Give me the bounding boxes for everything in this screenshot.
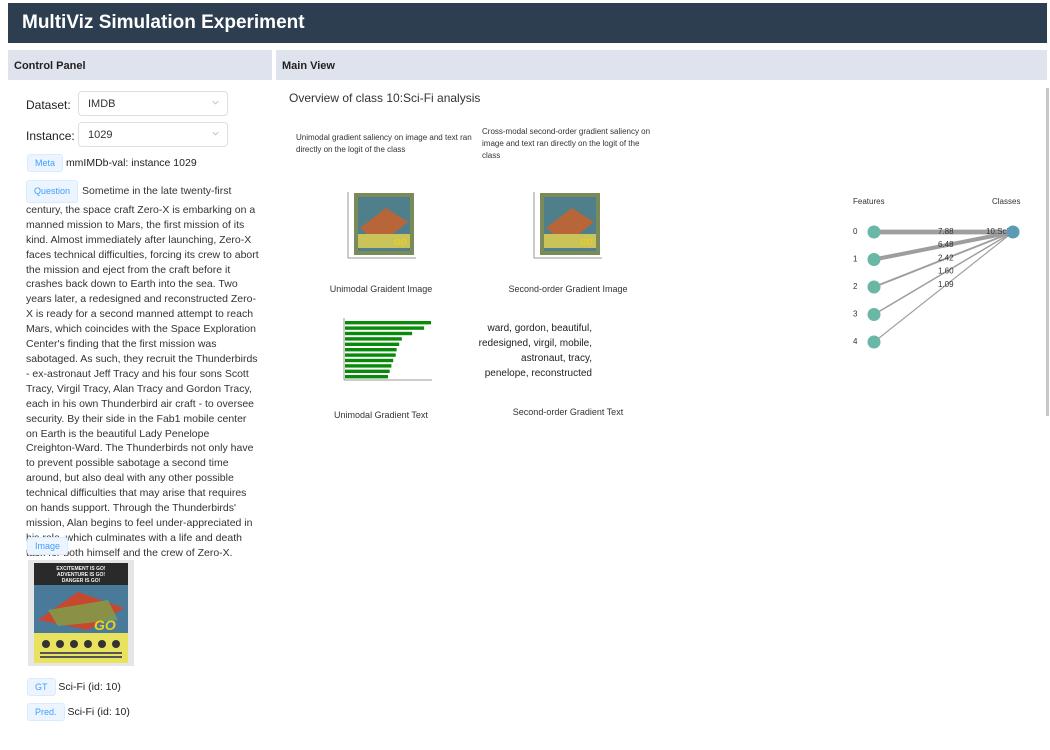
second-order-gradient-image: GO (522, 188, 610, 268)
control-panel: Control Panel Dataset: IMDB Instance: 10… (8, 50, 272, 750)
question-block: Question Sometime in the late twenty-firs… (26, 180, 260, 561)
app-title: MultiViz Simulation Experiment (22, 12, 305, 33)
edge-weight-label: 7.88 (938, 227, 954, 236)
feature-node-label: 4 (853, 337, 858, 346)
bar (345, 364, 392, 368)
main-view-header: Main View (276, 50, 1047, 80)
class-node[interactable] (1006, 225, 1020, 239)
chevron-down-icon (212, 131, 219, 136)
feature-node[interactable] (867, 308, 881, 321)
svg-text:GO: GO (394, 238, 407, 247)
gt-tag: GT (27, 678, 56, 696)
unimodal-text-caption: Unimodal Gradient Text (334, 410, 428, 420)
poster-line-3: DANGER IS GO! (62, 578, 101, 584)
meta-row: Meta mmIMDb-val: instance 1029 (27, 154, 197, 172)
feature-class-graph: Features Classes 7.88 6.48 2.42 1.60 1.09 0 1… (853, 197, 1020, 349)
movie-poster-image: EXCITEMENT IS GO! ADVENTURE IS GO! DANGE… (28, 560, 134, 666)
bar (345, 337, 402, 341)
feature-node-label: 2 (853, 282, 858, 291)
pred-text: Sci-Fi (id: 10) (67, 706, 130, 718)
edge-weight-label: 6.48 (938, 240, 954, 249)
bar (345, 331, 413, 336)
bar (345, 348, 397, 352)
prediction-row: Pred. Sci-Fi (id: 10) (27, 703, 130, 721)
bar (345, 321, 431, 325)
dataset-select[interactable]: IMDB (78, 91, 228, 116)
bar (345, 326, 425, 330)
feature-node-label: 0 (853, 227, 858, 236)
feature-node-label: 1 (853, 255, 858, 264)
dataset-label: Dataset: (26, 98, 71, 112)
ground-truth-row: GT Sci-Fi (id: 10) (27, 678, 121, 696)
bar (345, 375, 388, 379)
edge-weight-label: 2.42 (938, 253, 954, 262)
bar (345, 358, 394, 363)
unimodal-description: Unimodal gradient saliency on image and … (296, 133, 472, 154)
classes-label: Classes (992, 197, 1020, 206)
features-label: Features (853, 197, 885, 206)
instance-label: Instance: (26, 129, 75, 143)
second-order-words: ward, gordon, beautiful, redesigned, vir… (478, 323, 592, 379)
feature-node[interactable] (867, 335, 881, 349)
second-order-text-caption: Second-order Gradient Text (512, 407, 624, 417)
feature-node[interactable] (867, 225, 881, 239)
image-tag: Image (27, 537, 69, 555)
svg-text:GO: GO (580, 238, 593, 247)
unimodal-gradient-image: GO (336, 188, 424, 268)
edge-weight-label: 1.60 (938, 267, 954, 276)
feature-node[interactable] (867, 280, 881, 294)
chevron-down-icon (212, 100, 219, 105)
instance-select[interactable]: 1029 (78, 122, 228, 147)
main-view: Main View Overview of class 10:Sci-Fi an… (276, 50, 1049, 455)
unimodal-image-caption: Unimodal Graident Image (329, 284, 433, 294)
dataset-value: IMDB (88, 98, 116, 110)
poster-logo: GO (94, 617, 116, 633)
feature-node-label: 3 (853, 310, 858, 319)
question-text: Sometime in the late twenty-first centur… (26, 185, 259, 559)
bar (345, 342, 400, 346)
meta-tag: Meta (27, 154, 64, 172)
bar (345, 353, 396, 357)
app-header: MultiViz Simulation Experiment (8, 3, 1047, 43)
control-panel-header: Control Panel (8, 50, 272, 80)
crossmodal-description: Cross-modal second-order gradient salien… (482, 127, 651, 160)
feature-node[interactable] (867, 253, 881, 266)
bar (345, 369, 390, 373)
second-order-image-caption: Second-order Gradient Image (508, 284, 628, 294)
question-tag: Question (26, 180, 79, 203)
overview-title: Overview of class 10:Sci-Fi analysis (289, 91, 481, 105)
unimodal-gradient-text-chart (334, 316, 434, 386)
gt-text: Sci-Fi (id: 10) (58, 681, 121, 693)
main-view-scrollbar[interactable] (1046, 88, 1049, 416)
meta-text: mmIMDb-val: instance 1029 (65, 157, 197, 169)
pred-tag: Pred. (27, 703, 65, 721)
instance-value: 1029 (88, 129, 113, 141)
edge-weight-label: 1.09 (938, 280, 954, 289)
